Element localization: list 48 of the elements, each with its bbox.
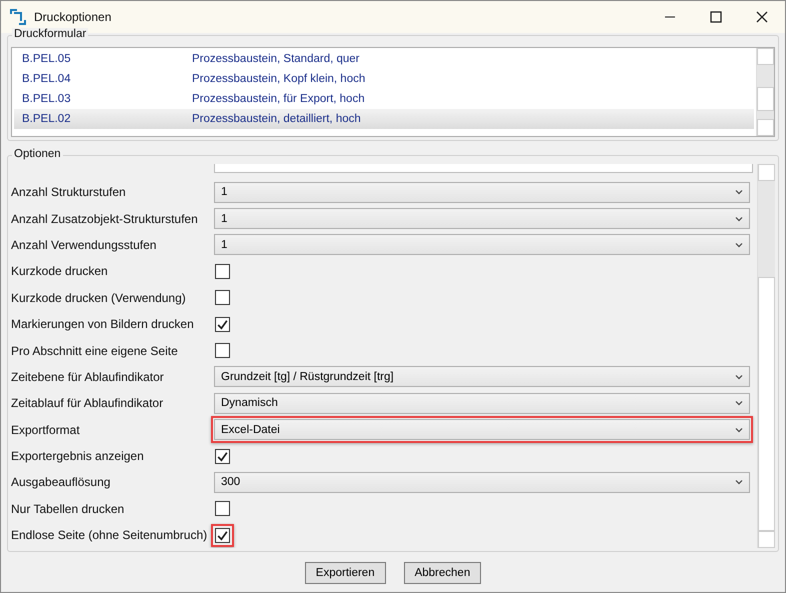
dropdown[interactable]: 1	[214, 208, 750, 230]
option-label: Markierungen von Bildern drucken	[11, 317, 195, 332]
checkbox[interactable]	[215, 528, 230, 543]
checkbox[interactable]	[215, 448, 230, 464]
option-label: Anzahl Strukturstufen	[11, 185, 127, 200]
checkbox[interactable]	[215, 343, 230, 358]
chevron-icon	[735, 374, 743, 380]
option-label: Anzahl Zusatzobjekt-Strukturstufen	[11, 212, 199, 226]
option-label: Pro Abschnitt eine eigene Seite	[11, 344, 179, 358]
list-row[interactable]: B.PEL.04 Prozessbaustein, Kopf klein, hoch	[14, 69, 754, 89]
input-field[interactable]	[214, 164, 753, 173]
option-label: Kurzkode drucken	[11, 264, 109, 278]
list-row[interactable]: B.PEL.02 Prozessbaustein, detailliert, hoch	[14, 109, 754, 129]
chevron-icon	[735, 479, 743, 486]
option-label: Ausgabeauflösung	[11, 475, 112, 490]
dialog-button[interactable]: Exportieren	[304, 562, 386, 584]
chevron-icon	[735, 216, 743, 222]
app-icon	[10, 9, 26, 25]
checkbox[interactable]	[215, 316, 230, 332]
option-label: Kurzkode drucken (Verwendung)	[11, 290, 187, 305]
scrollbar[interactable]	[756, 48, 774, 136]
option-label: Exportformat	[11, 422, 81, 437]
list-row[interactable]: B.PEL.03 Prozessbaustein, für Export, hoch	[14, 89, 754, 109]
option-label: Nur Tabellen drucken	[11, 502, 126, 516]
dropdown[interactable]: Grundzeit [tg] / Rüstgrundzeit [trg]	[214, 366, 750, 388]
dropdown[interactable]: 1	[214, 234, 750, 256]
option-label: Exportergebnis anzeigen	[11, 449, 145, 464]
window-title: Druckoptionen	[34, 10, 112, 24]
group-title: Druckformular	[12, 28, 88, 40]
option-label: Anzahl Verwendungsstufen	[11, 238, 158, 252]
checkbox[interactable]	[215, 501, 230, 516]
list-row[interactable]: B.PEL.05 Prozessbaustein, Standard, quer	[14, 49, 754, 69]
dropdown[interactable]: Excel-Datei	[214, 419, 750, 440]
option-label: Zeitebene für Ablaufindikator	[11, 370, 165, 384]
option-label: Zeitablauf für Ablaufindikator	[11, 396, 164, 410]
group-title: Optionen	[12, 148, 63, 160]
dropdown[interactable]: 1	[214, 182, 750, 203]
chevron-icon	[735, 400, 743, 406]
dialog-button[interactable]: Abbrechen	[404, 562, 482, 584]
checkbox[interactable]	[215, 264, 230, 279]
dropdown[interactable]: Dynamisch	[214, 392, 750, 414]
checkbox[interactable]	[215, 290, 230, 306]
chevron-icon	[735, 426, 743, 433]
chevron-icon	[735, 189, 743, 196]
option-label: Endlose Seite (ohne Seitenumbruch)	[11, 528, 208, 542]
chevron-icon	[735, 242, 743, 248]
dropdown[interactable]: 300	[214, 472, 750, 493]
scrollbar[interactable]	[757, 164, 775, 548]
